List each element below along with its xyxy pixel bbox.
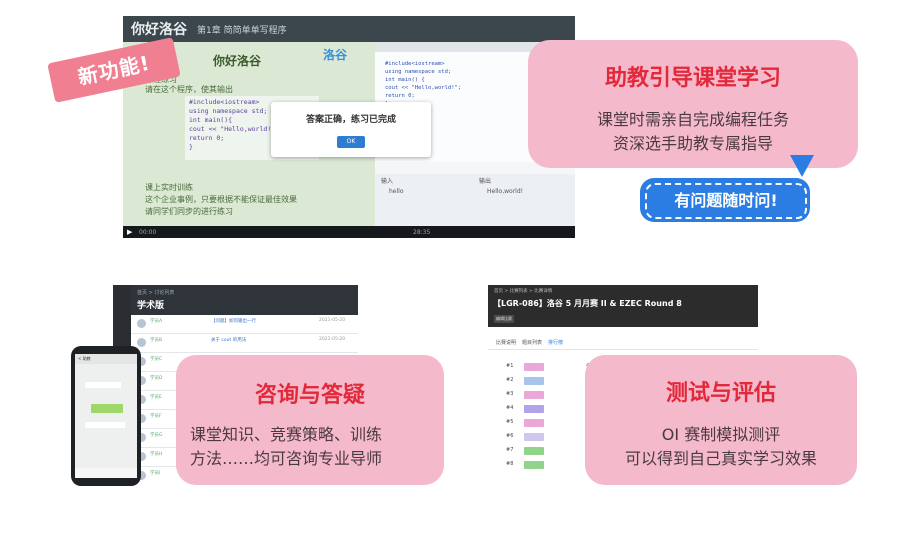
- callout-line: 资深选手助教专属指导: [612, 134, 773, 153]
- chapter-title: 第1章 简简单单写程序: [197, 26, 287, 36]
- contest-banner: 首页 > 比赛列表 > 比赛详情 【LGR-086】洛谷 5 月月赛 II & …: [488, 285, 758, 327]
- blurred-username: [524, 461, 544, 469]
- breadcrumb: 首页 > 比赛列表 > 比赛详情: [494, 289, 553, 294]
- success-dialog: 答案正确，练习已完成 OK: [271, 102, 431, 157]
- ta-guidance-callout: 助教引导课堂学习 课堂时需亲自完成编程任务 资深选手助教专属指导: [528, 40, 858, 168]
- player-controls: ▶ 00:00 28:35: [123, 226, 575, 238]
- play-icon[interactable]: ▶: [127, 228, 132, 236]
- callout-line: 方法……均可咨询专业导师: [190, 449, 383, 468]
- video-header: 你好洛谷 第1章 简简单单写程序: [123, 16, 575, 42]
- chat-bubble-incoming: [85, 422, 125, 428]
- callout-line: OI 赛制模拟测评: [661, 425, 781, 444]
- rank-number: #7: [506, 447, 514, 453]
- phone-chat-mockup: < 助教: [71, 346, 141, 486]
- callout-title: 助教引导课堂学习: [604, 66, 781, 91]
- post-author: 学员B: [150, 338, 163, 343]
- dialog-message: 答案正确，练习已完成: [305, 115, 396, 125]
- ok-button[interactable]: OK: [337, 136, 365, 148]
- callout-title: 测试与评估: [665, 381, 776, 406]
- list-item[interactable]: 学员A 【问题】如何输出一行 2021-05-20: [131, 315, 358, 334]
- post-time: 2021-05-20: [319, 318, 346, 323]
- forum-header: 首页 > 讨论列表 学术版: [131, 285, 358, 315]
- chat-nav-back[interactable]: < 助教: [75, 354, 137, 364]
- input-label: 输入: [381, 178, 394, 185]
- post-author: 学员E: [150, 395, 162, 400]
- rank-number: #4: [506, 405, 514, 411]
- post-topic[interactable]: 【问题】如何输出一行: [211, 318, 256, 324]
- slide-line: 这个企业事例，只要根据不能保证最佳效果: [145, 195, 297, 204]
- blurred-username: [524, 391, 544, 399]
- chat-bubble-outgoing: [91, 404, 123, 413]
- video-lesson-player[interactable]: 你好洛谷 第1章 简简单单写程序 洛谷 你好洛谷 课程练习 请在这个程序，使其输…: [123, 16, 575, 238]
- rank-number: #5: [506, 419, 514, 425]
- io-panel: 输入 输出 hello Hello,world!: [375, 174, 575, 226]
- post-author: 学员G: [150, 433, 163, 438]
- output-label: 输出: [479, 178, 492, 185]
- contest-tabs: 比赛说明 题目列表 排行榜: [488, 335, 758, 350]
- callout-line: 课堂知识、竞赛策略、训练: [190, 425, 383, 444]
- post-author: 学员C: [150, 357, 163, 362]
- consult-qa-callout: 咨询与答疑 课堂知识、竞赛策略、训练 方法……均可咨询专业导师: [176, 355, 444, 485]
- chat-bubble-incoming: [85, 382, 121, 388]
- tab-description[interactable]: 比赛说明: [496, 339, 516, 346]
- rank-number: #1: [506, 363, 514, 369]
- rank-number: #6: [506, 433, 514, 439]
- post-author: 学员A: [150, 319, 163, 324]
- blurred-username: [524, 377, 544, 385]
- speech-tail-icon: [790, 155, 814, 177]
- post-topic[interactable]: 关于 cout 的用法: [211, 337, 246, 343]
- list-item[interactable]: 学员B 关于 cout 的用法 2021-05-20: [131, 334, 358, 353]
- site-title: 你好洛谷: [131, 22, 187, 38]
- rank-number: #8: [506, 461, 514, 467]
- post-author: 学员I: [150, 471, 161, 476]
- slide-line: 请同学们同步的进行练习: [145, 207, 233, 216]
- blurred-username: [524, 433, 544, 441]
- contest-title: 【LGR-086】洛谷 5 月月赛 II & EZEC Round 8: [493, 299, 682, 308]
- slide-line: 请在这个程序，使其输出: [145, 85, 233, 94]
- current-time: 00:00: [139, 229, 157, 236]
- avatar: [137, 319, 146, 328]
- rank-number: #2: [506, 377, 514, 383]
- tab-ranking[interactable]: 排行榜: [548, 339, 563, 346]
- post-author: 学员H: [150, 452, 163, 457]
- post-author: 学员D: [150, 376, 163, 381]
- blurred-username: [524, 405, 544, 413]
- post-time: 2021-05-20: [319, 337, 346, 342]
- post-author: 学员F: [150, 414, 162, 419]
- ask-anytime-label: 有问题随时问!: [674, 191, 778, 210]
- callout-line: 可以得到自己真实学习效果: [624, 449, 817, 468]
- avatar: [137, 338, 146, 347]
- total-time: 28:35: [413, 229, 431, 236]
- edit-contest-button[interactable]: 编辑比赛: [494, 315, 514, 323]
- dashed-border: 有问题随时问!: [645, 183, 807, 219]
- slide-line: 课上实时训练: [145, 183, 193, 192]
- ask-anytime-bubble: 有问题随时问!: [640, 178, 810, 222]
- forum-title: 学术版: [137, 301, 165, 311]
- callout-line: 课堂时需亲自完成编程任务: [596, 110, 789, 129]
- blurred-username: [524, 447, 544, 455]
- test-evaluation-callout: 测试与评估 OI 赛制模拟测评 可以得到自己真实学习效果: [585, 355, 857, 485]
- blurred-username: [524, 363, 544, 371]
- phone-screen: < 助教: [75, 354, 137, 478]
- callout-title: 咨询与答疑: [254, 383, 365, 408]
- tab-problems[interactable]: 题目列表: [522, 339, 542, 346]
- chat-input-bar[interactable]: [75, 468, 137, 478]
- luogu-logo: 洛谷: [323, 48, 348, 62]
- breadcrumb: 首页 > 讨论列表: [137, 290, 175, 296]
- slide-title: 你好洛谷: [213, 54, 262, 68]
- rank-number: #3: [506, 391, 514, 397]
- input-value[interactable]: hello: [389, 188, 404, 195]
- blurred-username: [524, 419, 544, 427]
- output-value: Hello,world!: [487, 188, 524, 195]
